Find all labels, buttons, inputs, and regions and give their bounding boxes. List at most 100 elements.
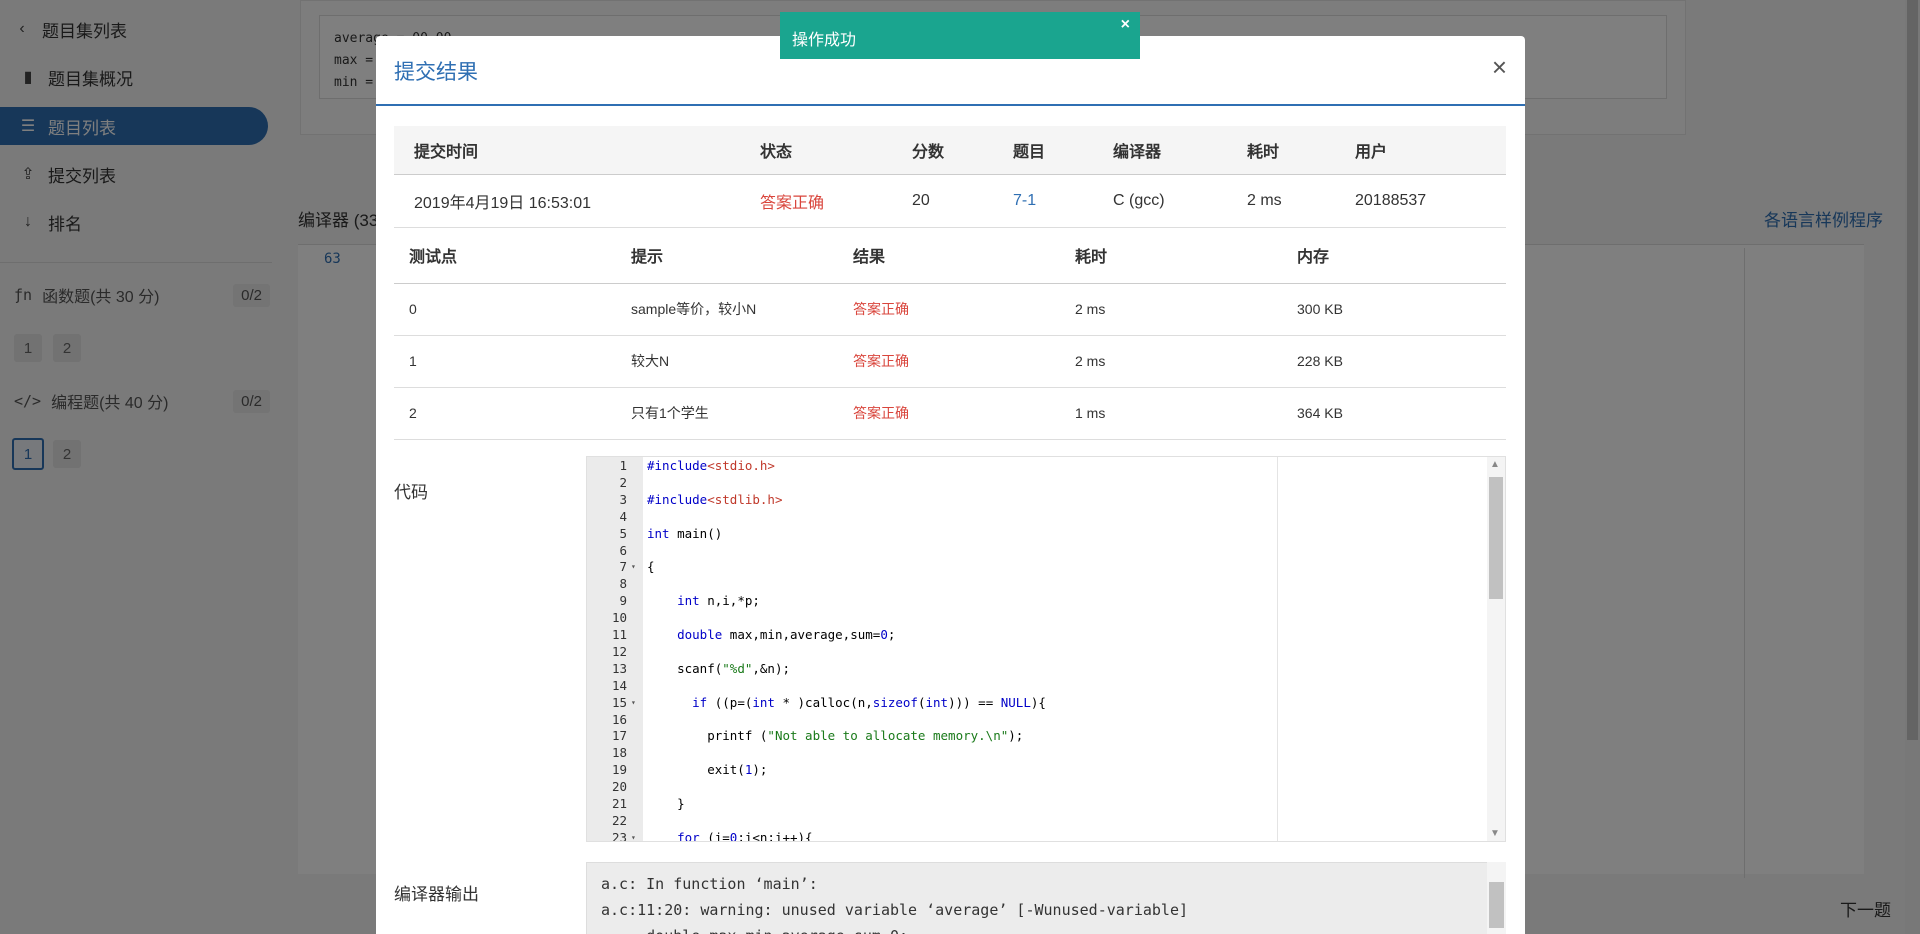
line-number: 11 xyxy=(611,627,627,642)
header-submit-time: 提交时间 xyxy=(394,126,740,175)
summary-header-row: 提交时间 状态 分数 题目 编译器 耗时 用户 xyxy=(394,126,1506,175)
line-number: 2 xyxy=(619,474,627,490)
header-user: 用户 xyxy=(1335,126,1506,175)
problem-link[interactable]: 7-1 xyxy=(993,174,1093,228)
code-line: 6 xyxy=(587,543,1505,559)
toast-close-icon[interactable]: × xyxy=(1121,16,1130,34)
code-viewer[interactable]: 1 #include<stdio.h> 2 3 #include<stdlib.h> 4 5… xyxy=(586,456,1506,842)
code-line: 1 #include<stdio.h> xyxy=(587,458,1505,474)
success-toast: 操作成功 × xyxy=(780,12,1140,59)
code-line: 17 printf ("Not able to allocate memory.… xyxy=(587,728,1505,744)
line-number: 4 xyxy=(619,508,627,524)
header-score: 分数 xyxy=(892,126,993,175)
submit-time: 2019年4月19日 16:53:01 xyxy=(394,174,740,228)
test-memory: 228 KB xyxy=(1282,335,1506,388)
test-hint: sample等价，较小N xyxy=(616,283,838,336)
score: 20 xyxy=(892,174,993,228)
test-point: 1 xyxy=(394,335,616,388)
test-time: 2 ms xyxy=(1060,335,1282,388)
code-text: { xyxy=(647,559,655,575)
test-memory: 364 KB xyxy=(1282,387,1506,440)
header-memory: 内存 xyxy=(1282,227,1506,284)
scroll-down-icon[interactable]: ▼ xyxy=(1490,828,1500,839)
line-number: 3 xyxy=(619,491,627,507)
code-line: 2 xyxy=(587,475,1505,491)
header-result: 结果 xyxy=(838,227,1060,284)
user-id: 20188537 xyxy=(1335,174,1506,228)
code-line: 10 xyxy=(587,610,1505,626)
code-line: 12 xyxy=(587,644,1505,660)
modal-close-icon[interactable]: × xyxy=(1492,54,1507,80)
test-hint: 只有1个学生 xyxy=(616,387,838,440)
code-line: 14 xyxy=(587,678,1505,694)
code-line: 7 ▾ { xyxy=(587,559,1505,575)
test-point: 0 xyxy=(394,283,616,336)
line-number: 1 xyxy=(619,458,627,473)
code-text: int n,i,*p; xyxy=(677,593,760,609)
line-number: 5 xyxy=(619,525,627,541)
code-line: 5 int main() xyxy=(587,526,1505,542)
header-problem: 题目 xyxy=(993,126,1093,175)
code-text: exit(1); xyxy=(647,762,768,778)
fold-toggle-icon[interactable]: ▾ xyxy=(631,830,636,841)
summary-row: 2019年4月19日 16:53:01 答案正确 20 7-1 C (gcc) … xyxy=(394,174,1506,228)
toast-message: 操作成功 xyxy=(792,32,857,49)
code-text: } xyxy=(647,796,685,811)
header-test-time: 耗时 xyxy=(1060,227,1282,284)
code-line: 22 xyxy=(587,813,1505,829)
test-point: 2 xyxy=(394,387,616,440)
code-line: 3 #include<stdlib.h> xyxy=(587,492,1505,508)
line-number: 22 xyxy=(611,812,627,828)
line-number: 23 xyxy=(611,829,627,842)
code-text: double max,min,average,sum=0; xyxy=(677,627,896,642)
code-line: 21 } xyxy=(587,796,1505,812)
line-number: 7 xyxy=(619,559,627,575)
code-line: 23 ▾ for (i=0;i<n;i++){ xyxy=(587,829,1505,842)
line-number: 18 xyxy=(611,745,627,761)
line-number: 8 xyxy=(619,576,627,592)
compiler-output-scrollbar[interactable] xyxy=(1487,862,1506,934)
test-time: 1 ms xyxy=(1060,387,1282,440)
test-memory: 300 KB xyxy=(1282,283,1506,336)
header-status: 状态 xyxy=(740,126,892,175)
line-number: 12 xyxy=(611,643,627,659)
test-header-row: 测试点 提示 结果 耗时 内存 xyxy=(394,227,1506,284)
code-text: if ((p=(int * )calloc(n,sizeof(int))) ==… xyxy=(692,694,1046,710)
test-result: 答案正确 xyxy=(838,387,1060,440)
code-line: 13 scanf("%d",&n); xyxy=(587,661,1505,677)
line-number: 13 xyxy=(611,660,627,676)
code-scrollbar[interactable]: ▲ ▼ xyxy=(1487,457,1505,841)
line-number: 9 xyxy=(619,593,627,609)
table-row: 0 sample等价，较小N 答案正确 2 ms 300 KB xyxy=(394,283,1506,336)
line-number: 10 xyxy=(611,610,627,626)
modal-title: 提交结果 xyxy=(394,61,478,84)
line-number: 19 xyxy=(611,762,627,778)
code-text: #include<stdio.h> xyxy=(647,458,775,473)
code-scrollbar-thumb[interactable] xyxy=(1489,477,1503,599)
fold-toggle-icon[interactable]: ▾ xyxy=(631,559,636,575)
line-number: 14 xyxy=(611,677,627,693)
code-text: for (i=0;i<n;i++){ xyxy=(677,829,813,842)
test-result: 答案正确 xyxy=(838,283,1060,336)
line-number: 21 xyxy=(611,796,627,811)
code-text: printf ("Not able to allocate memory.\n"… xyxy=(647,728,1024,744)
header-time: 耗时 xyxy=(1227,126,1335,175)
test-cases-table: 测试点 提示 结果 耗时 内存 0 sample等价，较小N 答案正确 2 ms… xyxy=(394,227,1506,440)
code-line: 11 double max,min,average,sum=0; xyxy=(587,627,1505,643)
code-line: 9 int n,i,*p; xyxy=(587,593,1505,609)
test-time: 2 ms xyxy=(1060,283,1282,336)
scroll-up-icon[interactable]: ▲ xyxy=(1490,459,1500,470)
code-label: 代码 xyxy=(394,483,428,502)
elapsed-time: 2 ms xyxy=(1227,174,1335,228)
code-line: 15 ▾ if ((p=(int * )calloc(n,sizeof(int))… xyxy=(587,695,1505,711)
line-number: 16 xyxy=(611,711,627,727)
fold-toggle-icon[interactable]: ▾ xyxy=(631,695,636,711)
code-text: #include<stdlib.h> xyxy=(647,491,783,507)
code-line: 18 xyxy=(587,745,1505,761)
header-test-point: 测试点 xyxy=(394,227,616,284)
submission-summary-table: 提交时间 状态 分数 题目 编译器 耗时 用户 2019年4月19日 16:53… xyxy=(394,126,1506,228)
code-text: scanf("%d",&n); xyxy=(647,660,791,676)
line-number: 17 xyxy=(611,728,627,744)
table-row: 2 只有1个学生 答案正确 1 ms 364 KB xyxy=(394,387,1506,440)
compiler-output-scrollbar-thumb[interactable] xyxy=(1489,882,1504,928)
